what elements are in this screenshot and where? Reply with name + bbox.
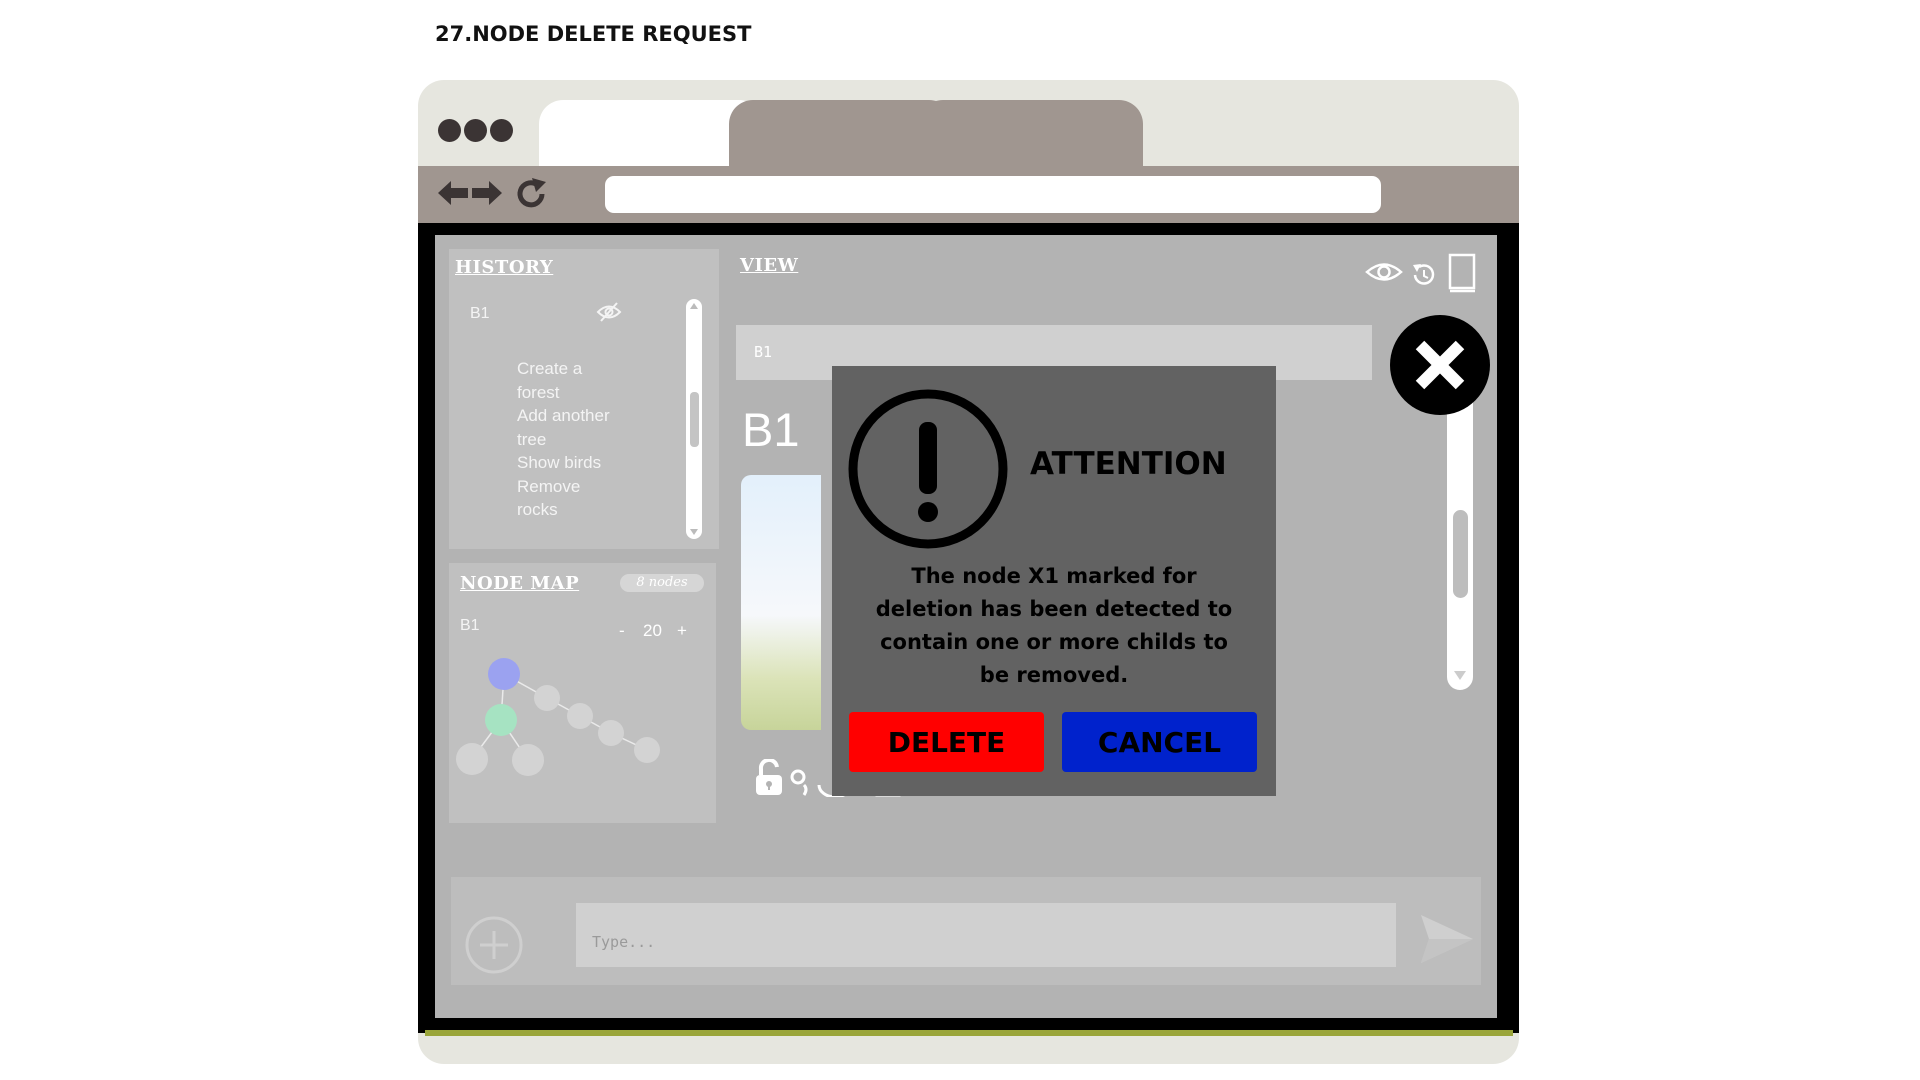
history-scrollbar[interactable] [686, 299, 702, 539]
graph-node-active[interactable] [485, 704, 517, 736]
zoom-in-button[interactable]: + [677, 621, 687, 641]
eye-icon[interactable] [1365, 259, 1403, 285]
dialog-message: The node X1 marked for deletion has been… [875, 564, 1233, 687]
add-icon[interactable] [464, 915, 524, 975]
book-icon[interactable] [1447, 253, 1479, 293]
dialog-title: ATTENTION [1030, 446, 1227, 482]
scroll-down-icon[interactable] [1454, 671, 1466, 680]
history-item[interactable]: Show birds [517, 451, 647, 475]
zoom-level: 20 [643, 621, 662, 640]
link-icon[interactable] [790, 767, 810, 797]
view-title[interactable]: VIEW [740, 255, 798, 276]
history-scroll-thumb[interactable] [690, 392, 699, 447]
delete-button[interactable]: DELETE [849, 712, 1044, 772]
history-list: Create a forest Add another tree Show bi… [517, 357, 647, 522]
graph-node[interactable] [598, 720, 624, 746]
view-heading: B1 [742, 403, 800, 456]
forward-arrow-icon[interactable] [472, 180, 502, 206]
node-count-badge: 8 nodes [620, 574, 704, 592]
graph-node[interactable] [567, 703, 593, 729]
app-area: HISTORY B1 Create a forest Add another t… [435, 235, 1497, 1018]
chat-bar: Type... [451, 877, 1481, 985]
node-map-panel: NODE MAP 8 nodes B1 - 20 + [449, 563, 716, 823]
window-dot[interactable] [490, 119, 513, 142]
history-node-label[interactable]: B1 [470, 305, 490, 323]
page-title: 27.NODE DELETE REQUEST [435, 22, 752, 46]
graph-node[interactable] [456, 743, 488, 775]
window-dot[interactable] [438, 119, 461, 142]
node-map-title[interactable]: NODE MAP [460, 573, 579, 594]
node-graph [456, 658, 660, 776]
browser-window: HISTORY B1 Create a forest Add another t… [418, 80, 1519, 1064]
reload-icon[interactable] [514, 176, 550, 212]
history-item[interactable]: Create a [517, 357, 647, 381]
graph-node[interactable] [534, 685, 560, 711]
history-title[interactable]: HISTORY [455, 257, 553, 278]
send-icon[interactable] [1419, 913, 1475, 965]
address-bar[interactable] [605, 176, 1381, 213]
page-viewport: HISTORY B1 Create a forest Add another t… [418, 223, 1519, 1033]
eye-hidden-icon[interactable] [596, 301, 622, 323]
history-restore-icon[interactable] [1409, 261, 1437, 289]
back-arrow-icon[interactable] [438, 180, 468, 206]
chat-input[interactable]: Type... [576, 903, 1396, 967]
browser-toolbar [418, 166, 1519, 224]
history-item[interactable]: Add another [517, 404, 647, 428]
unlock-icon[interactable] [753, 759, 785, 797]
exclamation-icon [848, 389, 1008, 549]
history-item[interactable]: Remove [517, 475, 647, 499]
window-dot[interactable] [464, 119, 487, 142]
graph-node[interactable] [634, 737, 660, 763]
cancel-button[interactable]: CANCEL [1062, 712, 1257, 772]
view-path-text: B1 [754, 343, 773, 361]
browser-tab[interactable] [919, 100, 1143, 170]
window-bottom-strip [425, 1030, 1513, 1036]
graph-node-selected[interactable] [488, 658, 520, 690]
close-button[interactable] [1390, 315, 1490, 415]
node-map-node-label: B1 [460, 617, 480, 634]
scroll-down-icon[interactable] [690, 529, 698, 535]
zoom-out-button[interactable]: - [619, 621, 625, 641]
delete-confirmation-dialog: ATTENTION The node X1 marked for deletio… [832, 366, 1276, 796]
scroll-up-icon[interactable] [690, 303, 698, 309]
history-item[interactable]: rocks [517, 498, 647, 522]
history-item[interactable]: tree [517, 428, 647, 452]
close-icon [1415, 340, 1465, 390]
landscape-image [741, 475, 821, 730]
graph-node[interactable] [512, 744, 544, 776]
history-panel: HISTORY B1 Create a forest Add another t… [449, 249, 719, 549]
view-scroll-thumb[interactable] [1453, 510, 1468, 598]
view-scrollbar[interactable] [1447, 385, 1473, 690]
history-item[interactable]: forest [517, 381, 647, 405]
